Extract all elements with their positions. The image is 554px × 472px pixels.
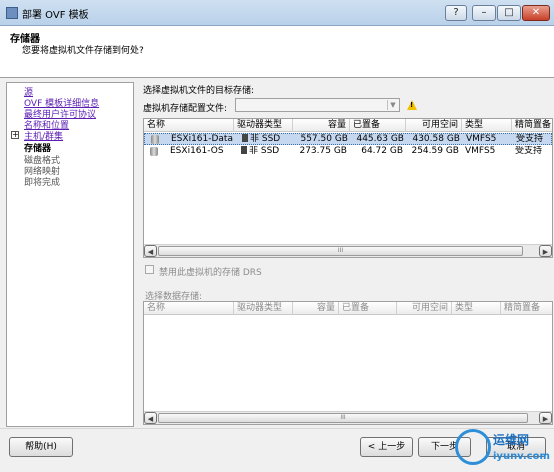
scroll-right-icon[interactable]: ▶ [539, 412, 552, 424]
table-row[interactable]: ESXi161-Data 非 SSD 557.50 GB 445.63 GB 4… [144, 133, 552, 145]
page-subtitle: 您要将虚拟机文件存储到何处? [22, 46, 144, 56]
column-header: 名称 [144, 302, 234, 315]
column-header: 驱动器类型 [234, 302, 293, 315]
column-header: 精简置备 [504, 303, 541, 313]
minimize-button[interactable]: – [472, 5, 496, 21]
datastore-table: 名称 驱动器类型 容量 已置备 可用空间 类型 精简置备 ESXi161-Dat… [143, 118, 553, 258]
step-ready: 即将完成 [24, 178, 61, 188]
column-header[interactable]: 精简置备 [512, 119, 552, 132]
watermark-logo: 运维网 iyunv.com [455, 425, 554, 472]
back-button[interactable]: < 上一步 [360, 437, 413, 457]
maximize-button[interactable]: □ [497, 5, 521, 21]
app-icon [6, 7, 18, 19]
datastore-cluster-table: 名称 驱动器类型 容量 已置备 可用空间 类型 精简置备 ◀ III ▶ [143, 301, 553, 425]
column-header[interactable]: 名称 [144, 119, 234, 132]
column-header[interactable]: 容量 [293, 119, 350, 132]
column-header[interactable]: 已置备 [350, 119, 406, 132]
disable-drs-label: 禁用此虚拟机的存储 DRS [159, 268, 262, 278]
table-header: 名称 驱动器类型 容量 已置备 可用空间 类型 精简置备 [144, 119, 552, 132]
datastore-icon [150, 147, 158, 156]
column-header[interactable]: 可用空间 [406, 119, 462, 132]
column-header: 类型 [452, 302, 501, 315]
select-storage-label: 选择虚拟机文件的目标存储: [143, 86, 255, 96]
title-bar: 部署 OVF 模板 ? – □ ✕ [0, 0, 554, 26]
disable-drs-checkbox[interactable] [145, 265, 154, 274]
horizontal-scrollbar[interactable]: ◀ III ▶ [144, 244, 552, 257]
column-header[interactable]: 驱动器类型 [234, 119, 293, 132]
disk-icon [242, 134, 248, 142]
scroll-left-icon[interactable]: ◀ [144, 412, 157, 424]
help-window-button[interactable]: ? [445, 5, 467, 21]
profile-label: 虚拟机存储配置文件: [143, 104, 228, 114]
column-header: 可用空间 [397, 302, 452, 315]
profile-dropdown[interactable]: ▼ [235, 98, 400, 112]
scroll-thumb[interactable]: III [158, 413, 528, 423]
warning-icon: ! [407, 100, 417, 110]
expand-icon[interactable]: + [11, 131, 19, 139]
wizard-steps: 源 OVF 模板详细信息 最终用户许可协议 名称和位置 + 主机/群集 存储器 … [6, 82, 134, 427]
wizard-header: 存储器 您要将虚拟机文件存储到何处? [0, 26, 554, 78]
logo-icon [455, 429, 491, 465]
column-header: 已置备 [339, 302, 397, 315]
horizontal-scrollbar[interactable]: ◀ III ▶ [144, 411, 552, 424]
table-header: 名称 驱动器类型 容量 已置备 可用空间 类型 精简置备 [144, 302, 552, 315]
datastore-icon [151, 135, 159, 144]
table-row[interactable]: ESXi161-OS 非 SSD 273.75 GB 64.72 GB 254.… [144, 146, 552, 158]
column-header: 容量 [293, 302, 339, 315]
chevron-down-icon: ▼ [387, 100, 398, 110]
scroll-left-icon[interactable]: ◀ [144, 245, 157, 257]
storage-panel: 选择虚拟机文件的目标存储: 虚拟机存储配置文件: ▼ ! 名称 驱动器类型 容量… [136, 78, 554, 428]
close-button[interactable]: ✕ [522, 5, 550, 21]
help-button[interactable]: 帮助(H) [9, 437, 73, 457]
column-header[interactable]: 类型 [462, 119, 512, 132]
disk-icon [241, 146, 247, 154]
scroll-thumb[interactable]: III [158, 246, 523, 256]
scroll-right-icon[interactable]: ▶ [539, 245, 552, 257]
window-title: 部署 OVF 模板 [22, 10, 89, 21]
